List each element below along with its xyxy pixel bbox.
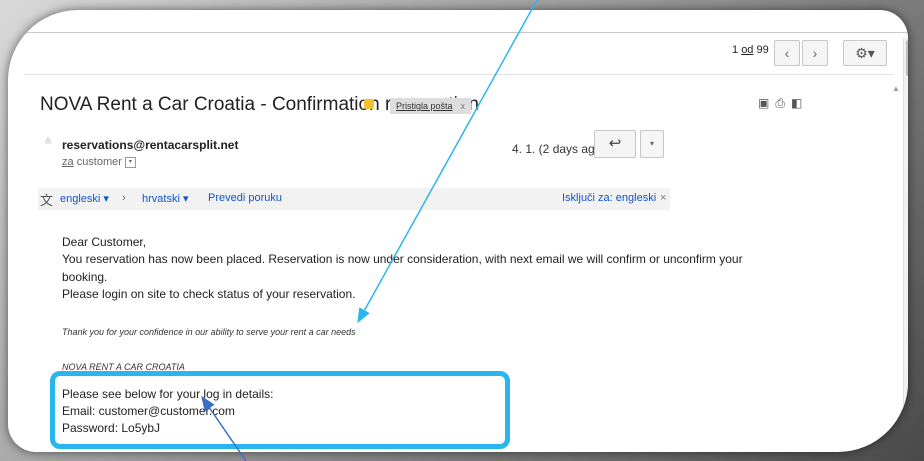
annotation-arrows [201,0,538,461]
arrow-to-body [357,0,538,324]
arrow-to-login-details [201,395,247,461]
